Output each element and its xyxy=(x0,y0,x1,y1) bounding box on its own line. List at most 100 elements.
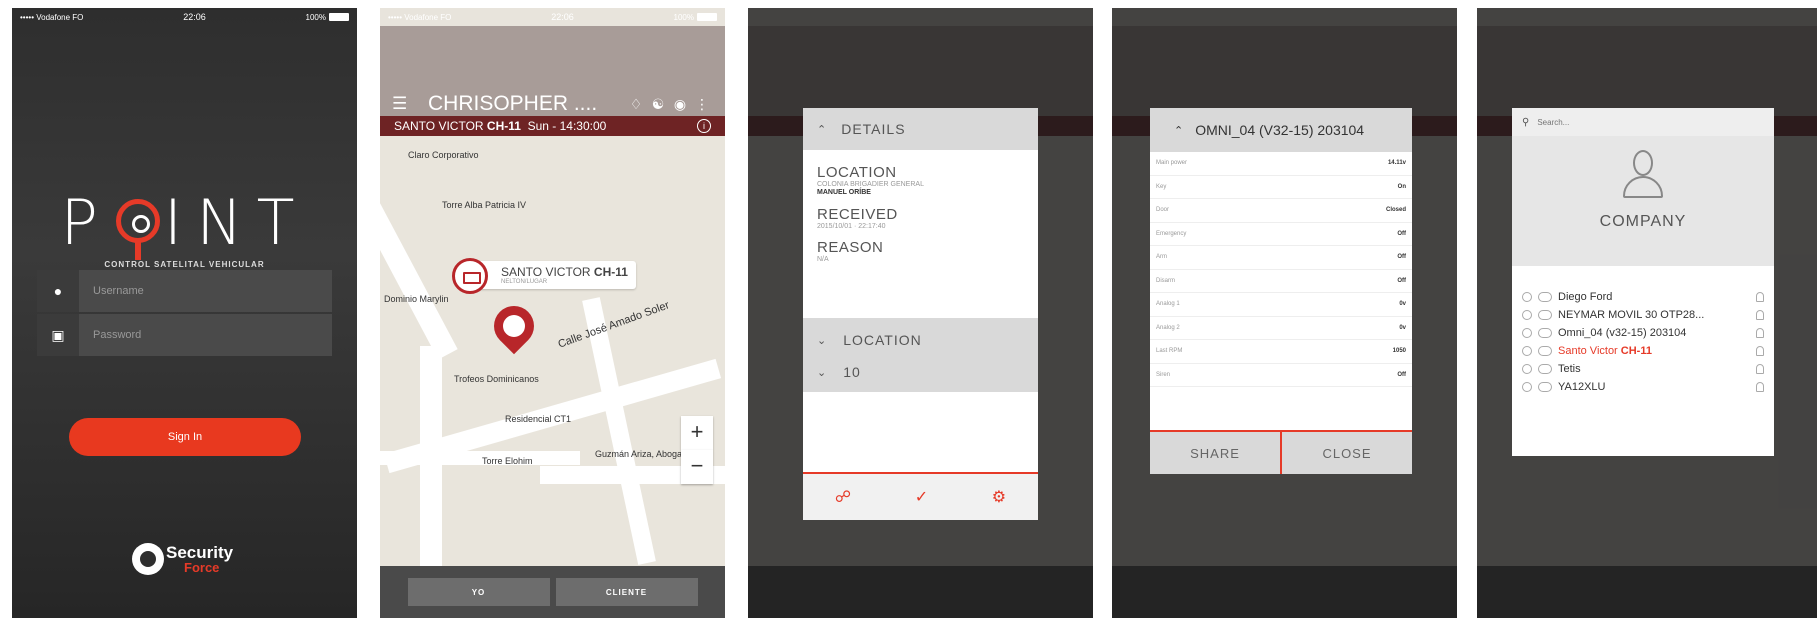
battery-label: 100% xyxy=(673,12,694,22)
subbar-name: SANTO VICTOR xyxy=(394,119,484,133)
tagline: CONTROL SATELITAL VEHICULAR xyxy=(104,260,265,269)
bell-icon[interactable] xyxy=(1756,364,1764,374)
crest-icon xyxy=(132,543,164,575)
vehicle-status-header[interactable]: ⌃ OMNI_04 (V32-15) 203104 xyxy=(1150,108,1412,152)
company-title: COMPANY xyxy=(1599,213,1687,230)
callout-code: CH-11 xyxy=(593,265,628,279)
ten-row[interactable]: ⌄ 10 xyxy=(803,356,1038,388)
battery-icon xyxy=(329,13,349,21)
status-key: Siren xyxy=(1156,371,1171,378)
battery-label: 100% xyxy=(305,12,326,22)
item-name: NEYMAR MOVIL 30 OTP28... xyxy=(1558,309,1705,321)
group-icon[interactable]: ☯ xyxy=(647,96,669,113)
share-icon[interactable]: ☍ xyxy=(835,487,851,507)
status-key: Door xyxy=(1156,207,1170,214)
bell-icon[interactable] xyxy=(1756,310,1764,320)
status-value: On xyxy=(1397,183,1406,190)
location-row[interactable]: ⌄ LOCATION xyxy=(803,324,1038,356)
radio-icon xyxy=(1522,310,1532,320)
username-input[interactable] xyxy=(79,285,319,297)
zoom-out-button[interactable]: − xyxy=(681,450,713,484)
status-key: Emergency xyxy=(1156,230,1187,237)
app-title: CHRISOPHER .... xyxy=(428,92,598,115)
radio-icon xyxy=(1522,346,1532,356)
close-button[interactable]: CLOSE xyxy=(1282,432,1412,474)
radio-icon xyxy=(1522,292,1532,302)
list-item[interactable]: Omni_04 (v32-15) 203104 xyxy=(1522,324,1764,342)
status-value: Off xyxy=(1397,230,1406,237)
search-icon: ⚲ xyxy=(1522,116,1530,128)
password-input[interactable] xyxy=(79,329,319,341)
password-field: ▣ xyxy=(37,314,332,356)
vehicle-icon[interactable]: ◉ xyxy=(669,96,691,113)
vehicle-icon xyxy=(1538,382,1552,392)
status-row: Disarm Off xyxy=(1150,270,1412,293)
sign-in-button[interactable]: Sign In xyxy=(69,418,301,456)
callout-name: SANTO VICTOR xyxy=(501,265,591,279)
details-screen: ⌃ DETAILS LOCATION COLONIA BRIGADIER GEN… xyxy=(748,8,1093,618)
item-name: Tetis xyxy=(1558,363,1581,375)
more-vertical-icon[interactable]: ⋮ xyxy=(691,96,713,113)
status-key: Last RPM xyxy=(1156,348,1183,355)
vehicle-subbar: SANTO VICTOR CH-11 Sun - 14:30:00 i xyxy=(380,116,725,136)
item-name: Santo Victor xyxy=(1558,345,1618,357)
zoom-in-button[interactable]: + xyxy=(681,416,713,450)
status-row: Key On xyxy=(1150,176,1412,199)
status-key: Analog 1 xyxy=(1156,301,1180,308)
list-item[interactable]: YA12XLU xyxy=(1522,378,1764,396)
status-value: 1050 xyxy=(1392,348,1406,355)
vehicle-callout[interactable]: SANTO VICTOR CH-11 NELTON/LUGAR xyxy=(465,261,636,289)
username-field: ● xyxy=(37,270,332,312)
truck-icon[interactable] xyxy=(452,258,488,294)
user-icon: ● xyxy=(37,270,79,312)
vehicle-list: Diego Ford NEYMAR MOVIL 30 OTP28... Omni… xyxy=(1512,266,1774,396)
vehicle-status-screen: ⌃ OMNI_04 (V32-15) 203104 Main power 14.1… xyxy=(1112,8,1457,618)
yo-button[interactable]: YO xyxy=(407,578,550,606)
check-icon[interactable]: ✓ xyxy=(915,487,928,507)
callout-sub: NELTON/LUGAR xyxy=(501,279,548,285)
bell-icon[interactable]: ♢ xyxy=(625,96,647,113)
status-value: 0v xyxy=(1399,324,1406,331)
cliente-button[interactable]: CLIENTE xyxy=(555,578,698,606)
status-value: 0v xyxy=(1399,301,1406,308)
search-input[interactable] xyxy=(1537,117,1648,127)
status-row: Siren Off xyxy=(1150,364,1412,387)
share-button[interactable]: SHARE xyxy=(1150,432,1282,474)
details-title: DETAILS xyxy=(841,121,906,137)
status-value: Off xyxy=(1397,277,1406,284)
list-item-selected[interactable]: Santo Victor CH-11 xyxy=(1522,342,1764,360)
time-label: 22:06 xyxy=(551,12,574,22)
vehicle-pin-icon[interactable] xyxy=(485,297,543,355)
brand-line2: Force xyxy=(184,560,220,575)
info-icon[interactable]: i xyxy=(697,119,711,133)
hamburger-menu-icon[interactable]: ☰ xyxy=(392,94,422,114)
brand-line1: Security xyxy=(166,543,234,562)
logo-letter-p: P xyxy=(60,186,112,259)
bell-icon[interactable] xyxy=(1756,292,1764,302)
radio-icon xyxy=(1522,364,1532,374)
details-header[interactable]: ⌃ DETAILS xyxy=(803,108,1038,150)
vehicle-icon xyxy=(1538,328,1552,338)
status-row: Door Closed xyxy=(1150,199,1412,223)
list-item[interactable]: Tetis xyxy=(1522,360,1764,378)
settings-icon[interactable]: ⚙ xyxy=(992,487,1006,507)
bell-icon[interactable] xyxy=(1756,346,1764,356)
user-avatar-icon xyxy=(1623,150,1663,202)
carrier-label: ••••• Vodafone FO xyxy=(388,12,452,22)
vehicle-icon xyxy=(1538,310,1552,320)
location-row-label: LOCATION xyxy=(843,332,922,348)
carrier-label: ••••• Vodafone FO xyxy=(20,12,84,22)
reason-label: REASON xyxy=(817,239,884,257)
map-view[interactable]: Claro Corporativo Torre Alba Patricia IV… xyxy=(380,136,725,566)
bell-icon[interactable] xyxy=(1756,382,1764,392)
status-bar: ••••• Vodafone FO 22:06 100% xyxy=(380,8,725,26)
bell-icon[interactable] xyxy=(1756,328,1764,338)
map-label: Dominio Marylin xyxy=(384,294,449,304)
map-label: Torre Elohim xyxy=(482,456,533,466)
company-screen: ⚲ COMPANY Diego Ford NEYMAR MOVIL 30 OTP… xyxy=(1477,8,1817,618)
location-value-line2: MANUEL ORÍBE xyxy=(817,189,871,197)
reason-value: N/A xyxy=(817,256,829,264)
received-label: RECEIVED xyxy=(817,205,898,223)
list-item[interactable]: NEYMAR MOVIL 30 OTP28... xyxy=(1522,306,1764,324)
list-item[interactable]: Diego Ford xyxy=(1522,288,1764,306)
